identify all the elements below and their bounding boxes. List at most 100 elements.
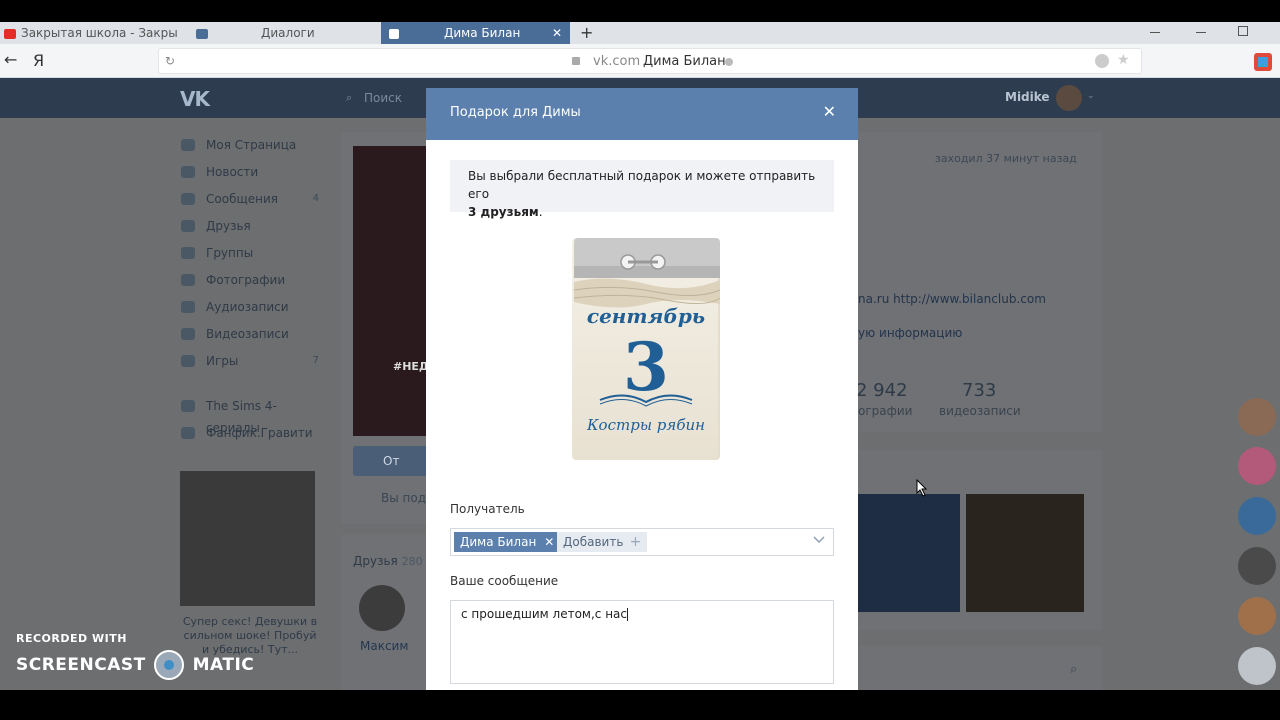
vk-icon <box>389 28 399 39</box>
avatar[interactable] <box>1238 547 1276 585</box>
tab-dialogs[interactable]: Диалоги <box>192 22 372 44</box>
add-recipient-button[interactable]: Добавить + <box>557 532 648 552</box>
group-icon <box>181 400 195 412</box>
yandex-logo[interactable]: Я <box>33 51 44 70</box>
message-value: с прошедшим летом,с нас <box>461 607 627 621</box>
video-icon <box>181 328 195 340</box>
sidebar-item-games[interactable]: Игры 7 <box>178 350 323 377</box>
remove-recipient-icon[interactable]: ✕ <box>544 532 554 552</box>
recipient-label: Получатель <box>450 502 525 516</box>
search-icon[interactable]: ⌕ <box>1070 662 1077 677</box>
avatar[interactable] <box>1238 497 1276 535</box>
friend-name[interactable]: Максим <box>360 639 408 653</box>
sidebar-item-label: Сообщения <box>206 192 279 206</box>
restore-icon[interactable] <box>1196 32 1206 33</box>
ad-image[interactable] <box>180 471 315 606</box>
vk-user-name[interactable]: Midike <box>1005 90 1050 104</box>
avatar[interactable] <box>1238 447 1276 485</box>
watermark-brand-a: SCREENCAST <box>16 655 146 675</box>
avatar[interactable] <box>1056 85 1082 111</box>
photos-label: ографии <box>858 404 913 418</box>
sidebar-item-group-sims[interactable]: The Sims 4-сериалы <box>178 395 323 435</box>
friends-heading[interactable]: Друзья 280 <box>353 554 423 568</box>
gift-month-text: сентябрь <box>587 304 705 328</box>
gift-image[interactable]: сентябрь 3 Костры рябин <box>566 230 726 470</box>
videos-count[interactable]: 733 <box>962 380 996 401</box>
recipient-field[interactable]: Дима Билан ✕ Добавить + <box>450 528 834 556</box>
sidebar-item-messages[interactable]: Сообщения 4 <box>178 188 323 215</box>
chevron-down-icon[interactable] <box>813 533 825 545</box>
site-link[interactable]: na.ru http://www.bilanclub.com <box>858 292 1046 306</box>
sidebar-item-photos[interactable]: Фотографии <box>178 269 323 296</box>
cover-hashtag: #НЕД <box>393 360 429 373</box>
minimize-icon[interactable] <box>1150 32 1160 33</box>
tab-label: Закрытая школа - Закрыта <box>21 26 178 40</box>
gift-button[interactable]: От <box>353 446 431 476</box>
profile-cover-photo[interactable]: #НЕД <box>353 146 431 436</box>
sidebar-item-label: Фотографии <box>206 273 286 287</box>
nav-divider <box>178 377 323 395</box>
avatar[interactable] <box>1238 398 1276 436</box>
sidebar-item-label: Фанфик.Гравити <box>206 426 313 440</box>
sidebar-item-my-page[interactable]: Моя Страница <box>178 134 323 161</box>
vk-logo[interactable]: VK <box>180 87 210 111</box>
text-cursor <box>626 608 628 621</box>
calendar-gift-icon: сентябрь 3 Костры рябин <box>572 238 721 460</box>
vk-icon <box>196 28 208 39</box>
message-textarea[interactable]: с прошедшим летом,с нас <box>450 600 834 684</box>
gift-day-text: 3 <box>623 328 669 406</box>
protect-icon[interactable] <box>1095 54 1109 68</box>
camera-icon <box>181 274 195 286</box>
wall-search-card <box>852 646 1102 690</box>
extension-icon[interactable] <box>1252 51 1274 73</box>
free-gift-notice: Вы выбрали бесплатный подарок и можете о… <box>450 160 834 219</box>
screencast-watermark: RECORDED WITH SCREENCAST MATIC <box>16 632 254 680</box>
maximize-icon[interactable] <box>1238 26 1248 36</box>
video-thumbnail[interactable] <box>858 494 960 612</box>
group-icon <box>181 427 195 439</box>
sidebar-item-news[interactable]: Новости <box>178 161 323 188</box>
tab-label: Диалоги <box>261 26 315 40</box>
back-icon[interactable]: ← <box>4 50 17 69</box>
recipient-chip[interactable]: Дима Билан ✕ <box>454 532 561 552</box>
avatar[interactable] <box>1238 647 1276 685</box>
messages-count: 4 <box>312 193 319 204</box>
mouse-cursor-icon <box>916 479 928 497</box>
tab-youtube[interactable]: Закрытая школа - Закрыта <box>0 22 178 44</box>
search-placeholder: Поиск <box>364 91 403 105</box>
gift-dialog: Подарок для Димы ✕ Вы выбрали бесплатный… <box>426 88 858 690</box>
notice-bold: 3 друзьям <box>468 205 539 219</box>
screen: Закрытая школа - Закрыта Диалоги Дима Би… <box>0 0 1280 720</box>
sidebar-item-groups[interactable]: Группы <box>178 242 323 269</box>
avatar[interactable] <box>1238 597 1276 635</box>
close-tab-icon[interactable]: ✕ <box>552 22 562 44</box>
url-domain: vk.com <box>593 54 641 69</box>
bookmark-star-icon[interactable]: ★ <box>1117 52 1130 68</box>
url-field[interactable]: ↻ vk.com Дима Билан ★ <box>158 48 1142 74</box>
vk-search-input[interactable]: ⌕ Поиск <box>338 86 438 110</box>
sidebar-item-label: Моя Страница <box>206 138 297 152</box>
avatar[interactable] <box>359 585 405 631</box>
gift-caption-text: Костры рябин <box>586 416 705 434</box>
sidebar-item-video[interactable]: Видеозаписи <box>178 323 323 350</box>
video-thumbnail[interactable] <box>966 494 1084 612</box>
shield-icon <box>725 58 733 66</box>
photos-count[interactable]: 2 942 <box>856 380 908 401</box>
tab-dima-bilan[interactable]: Дима Билан ✕ <box>381 22 570 44</box>
show-info-link[interactable]: ую информацию <box>858 326 962 340</box>
dialog-header: Подарок для Димы ✕ <box>426 88 858 140</box>
screencast-logo-icon <box>154 650 185 680</box>
sidebar-item-group-gravity[interactable]: Фанфик.Гравити <box>178 422 323 449</box>
url-page-title: Дима Билан <box>643 54 726 69</box>
sidebar-item-audio[interactable]: Аудиозаписи <box>178 296 323 323</box>
chevron-down-icon[interactable]: ⌄ <box>1087 91 1095 101</box>
sidebar-item-label: Игры <box>206 354 239 368</box>
close-icon[interactable]: ✕ <box>823 102 836 121</box>
watermark-line1: RECORDED WITH <box>16 632 127 645</box>
reload-icon[interactable]: ↻ <box>165 54 175 68</box>
plus-icon: + <box>629 534 642 550</box>
sidebar-item-label: Видеозаписи <box>206 327 289 341</box>
sidebar-item-friends[interactable]: Друзья <box>178 215 323 242</box>
new-tab-button[interactable]: + <box>580 22 596 44</box>
browser-tab-bar: Закрытая школа - Закрыта Диалоги Дима Би… <box>0 22 1280 44</box>
